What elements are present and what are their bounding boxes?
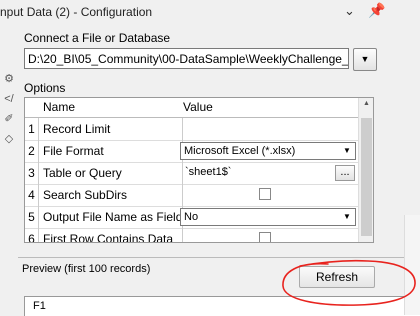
vertical-scrollbar[interactable]: ▲ xyxy=(358,98,373,242)
file-format-value: Microsoft Excel (*.xlsx) xyxy=(184,145,296,157)
options-grid: Name Value 1 Record Limit 2 File Format … xyxy=(24,97,374,243)
file-format-select[interactable]: Microsoft Excel (*.xlsx) ▼ xyxy=(180,142,356,160)
header-corner xyxy=(25,98,40,118)
record-limit-value[interactable] xyxy=(179,118,357,140)
file-path-input[interactable]: D:\20_BI\05_Community\00-DataSample\Week… xyxy=(24,48,349,69)
chevron-down-icon[interactable]: ▼ xyxy=(339,143,355,159)
column-header-name: Name xyxy=(39,98,183,118)
table-query-value[interactable]: `sheet1$` xyxy=(185,166,231,178)
chevron-down-icon[interactable]: ⌄ xyxy=(344,3,355,19)
row-number: 6 xyxy=(25,228,39,242)
row-number: 4 xyxy=(25,184,39,206)
connect-label: Connect a File or Database xyxy=(24,31,171,45)
table-row: 4 Search SubDirs xyxy=(25,184,358,207)
column-header-value: Value xyxy=(179,98,358,118)
table-row: 3 Table or Query `sheet1$` ... xyxy=(25,162,358,185)
output-file-name-value: No xyxy=(184,211,199,223)
option-name: Table or Query xyxy=(39,162,183,184)
row-number: 5 xyxy=(25,206,39,228)
first-row-data-checkbox[interactable] xyxy=(259,232,271,242)
highlight-stroke xyxy=(282,259,416,306)
preview-column-header: F1 xyxy=(33,300,46,312)
option-name: Search SubDirs xyxy=(39,184,183,206)
table-query-browse-button[interactable]: ... xyxy=(335,165,355,181)
scrollbar-thumb[interactable] xyxy=(361,118,372,236)
tool-config-strip: ⚙ </ ✐ ◇ xyxy=(0,26,20,276)
gear-icon[interactable]: ⚙ xyxy=(2,72,16,86)
table-row: 5 Output File Name as Field No ▼ xyxy=(25,206,358,229)
code-icon[interactable]: </ xyxy=(2,92,16,106)
options-label: Options xyxy=(24,81,66,95)
preview-label: Preview (first 100 records) xyxy=(22,263,151,275)
annotation-icon[interactable]: ✐ xyxy=(2,112,16,126)
browse-dropdown-button[interactable]: ▼ xyxy=(353,48,377,71)
table-row: 6 First Row Contains Data xyxy=(25,228,358,242)
output-file-name-select[interactable]: No ▼ xyxy=(180,208,356,226)
scroll-up-icon[interactable]: ▲ xyxy=(359,100,373,107)
row-number: 1 xyxy=(25,118,39,140)
option-name: First Row Contains Data xyxy=(39,228,183,242)
table-row: 1 Record Limit xyxy=(25,118,358,141)
search-subdirs-checkbox[interactable] xyxy=(259,188,271,200)
table-row: 2 File Format Microsoft Excel (*.xlsx) ▼ xyxy=(25,140,358,163)
option-name: File Format xyxy=(39,140,183,162)
pin-icon[interactable]: 📌 xyxy=(368,2,385,19)
chevron-down-icon[interactable]: ▼ xyxy=(339,209,355,225)
option-name: Record Limit xyxy=(39,118,183,140)
tag-icon[interactable]: ◇ xyxy=(2,132,16,146)
row-number: 3 xyxy=(25,162,39,184)
row-number: 2 xyxy=(25,140,39,162)
window-title: nput Data (2) - Configuration xyxy=(0,5,153,19)
red-highlight-annotation xyxy=(282,259,416,306)
option-name: Output File Name as Field xyxy=(39,206,183,228)
